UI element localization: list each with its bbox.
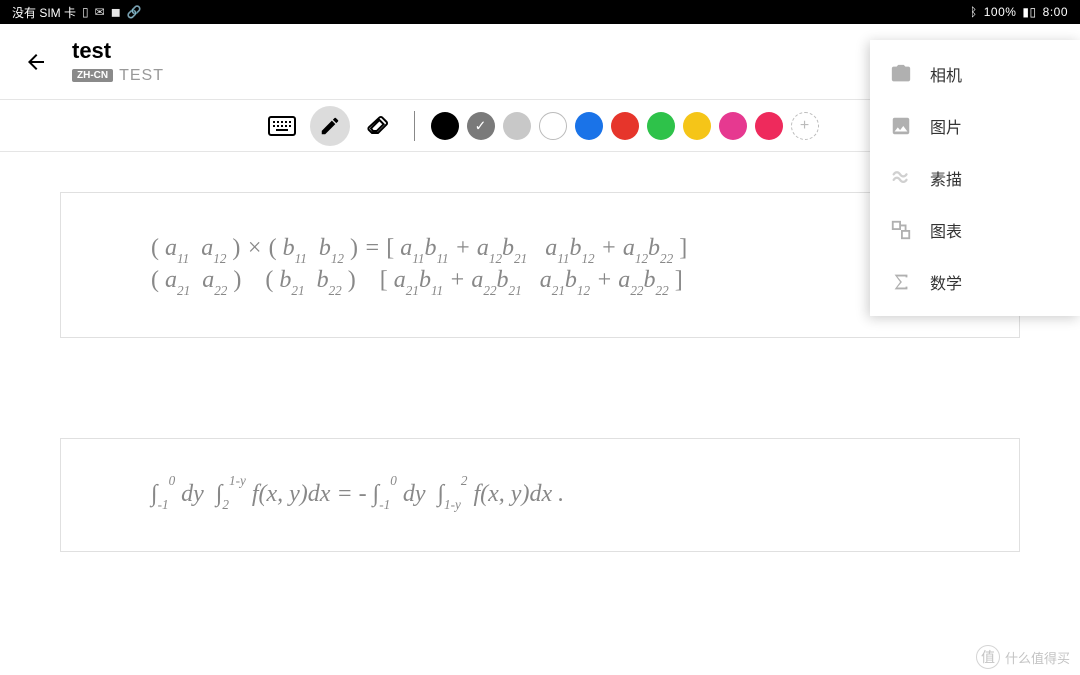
color-palette (431, 112, 783, 140)
arrow-back-icon (24, 50, 48, 74)
color-swatch-8[interactable] (719, 112, 747, 140)
menu-item-sketch[interactable]: 素描 (870, 152, 1080, 204)
bluetooth-icon: ᛒ (970, 5, 978, 19)
diagram-icon (890, 219, 912, 241)
color-swatch-6[interactable] (647, 112, 675, 140)
clock-text: 8:00 (1043, 5, 1068, 19)
camera-icon (890, 63, 912, 85)
app-icon: ◼ (111, 5, 121, 19)
status-sim-text: 没有 SIM 卡 (12, 4, 76, 21)
color-swatch-2[interactable] (503, 112, 531, 140)
language-badge: ZH-CN (72, 69, 113, 82)
color-swatch-5[interactable] (611, 112, 639, 140)
sigma-icon (890, 271, 912, 293)
watermark-badge: 值 (976, 645, 1000, 669)
watermark-text: 什么值得买 (1005, 648, 1070, 667)
color-swatch-3[interactable] (539, 112, 567, 140)
add-color-button[interactable]: + (791, 112, 819, 140)
watermark: 值 什么值得买 (976, 645, 1070, 669)
keyboard-tool[interactable] (262, 106, 302, 146)
menu-item-sigma[interactable]: 数学 (870, 256, 1080, 308)
battery-icon: ▮▯ (1022, 5, 1036, 19)
battery-percent: 100% (984, 5, 1017, 19)
menu-item-label: 相机 (930, 62, 962, 86)
pencil-tool[interactable] (310, 106, 350, 146)
sim-icon: ▯ (82, 5, 89, 19)
eraser-icon (366, 114, 390, 138)
menu-item-label: 素描 (930, 166, 962, 190)
eraser-tool[interactable] (358, 106, 398, 146)
image-icon (890, 115, 912, 137)
equation-1: ( a11 a12 ) × ( b11 b12 ) = [ a11b11 + a… (151, 233, 929, 297)
pencil-icon (319, 115, 341, 137)
wechat-icon: ✉ (95, 5, 105, 19)
tool-group (262, 106, 398, 146)
color-swatch-1[interactable] (467, 112, 495, 140)
color-swatch-7[interactable] (683, 112, 711, 140)
color-swatch-0[interactable] (431, 112, 459, 140)
menu-item-label: 图片 (930, 114, 962, 138)
status-bar: 没有 SIM 卡 ▯ ✉ ◼ 🔗 ᛒ 100% ▮▯ 8:00 (0, 0, 1080, 24)
back-button[interactable] (16, 42, 56, 82)
equation-2: ∫-10 dy ∫21-y f(x, y)dx = - ∫-10 dy ∫1-y… (151, 479, 929, 511)
keyboard-icon (268, 116, 296, 136)
menu-item-label: 图表 (930, 218, 962, 242)
math-box-2[interactable]: ∫-10 dy ∫21-y f(x, y)dx = - ∫-10 dy ∫1-y… (60, 438, 1020, 552)
menu-item-image[interactable]: 图片 (870, 100, 1080, 152)
toolbar-divider (414, 111, 415, 141)
menu-item-label: 数学 (930, 270, 962, 294)
menu-item-camera[interactable]: 相机 (870, 48, 1080, 100)
menu-item-diagram[interactable]: 图表 (870, 204, 1080, 256)
insert-menu: 相机图片素描图表数学 (870, 40, 1080, 316)
status-left: 没有 SIM 卡 ▯ ✉ ◼ 🔗 (12, 4, 142, 21)
color-swatch-4[interactable] (575, 112, 603, 140)
link-icon: 🔗 (127, 5, 142, 19)
subtitle-text: TEST (119, 67, 164, 85)
sketch-icon (890, 167, 912, 189)
status-right: ᛒ 100% ▮▯ 8:00 (970, 5, 1068, 19)
color-swatch-9[interactable] (755, 112, 783, 140)
